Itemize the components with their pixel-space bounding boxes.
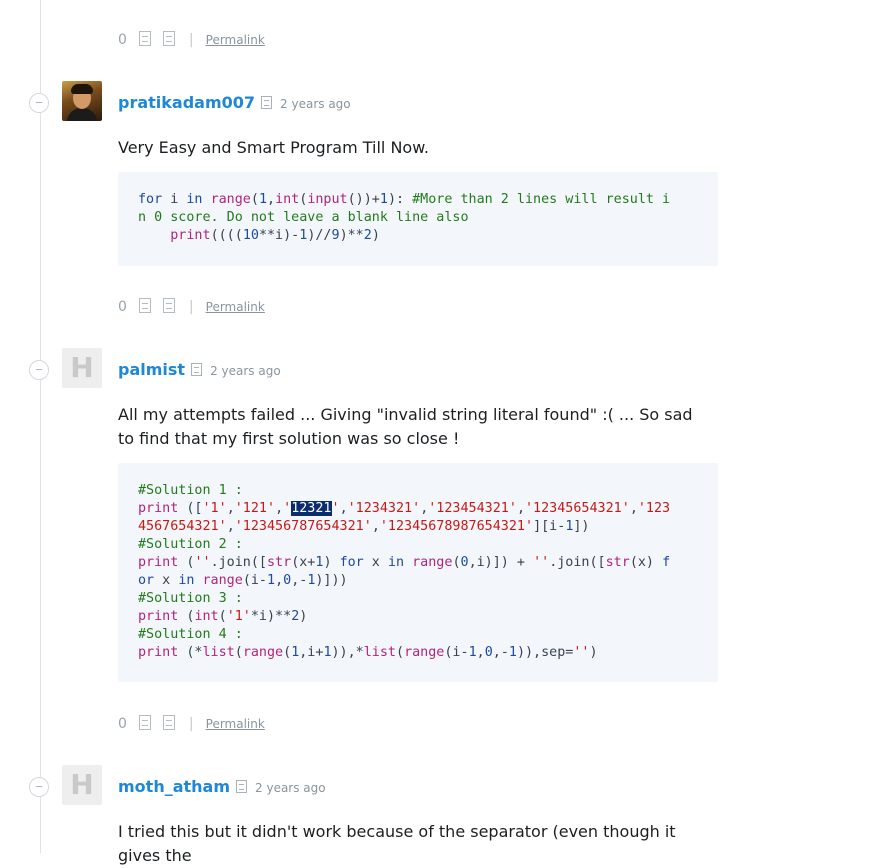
avatar[interactable]: H <box>62 348 102 388</box>
minus-circle-icon: − <box>35 95 43 110</box>
collapse-button[interactable]: − <box>29 777 49 797</box>
username-link[interactable]: moth_atham <box>118 777 230 796</box>
hackerrank-h-icon: H <box>70 351 94 384</box>
selected-text: 12321 <box>291 501 332 516</box>
timestamp: 2 years ago <box>280 97 351 111</box>
code-line: print (int('1'*i)**2) <box>138 609 308 624</box>
comment-header: moth_atham 2 years ago <box>118 777 326 797</box>
vote-count: 0 <box>118 32 127 48</box>
code-line: #Solution 4 : <box>138 627 243 642</box>
code-line: #Solution 1 : <box>138 483 243 498</box>
comment-text: Very Easy and Smart Program Till Now. <box>118 138 429 157</box>
comment-header: palmist 2 years ago <box>118 360 281 380</box>
code-line: print((((10**i)-1)//9)**2) <box>170 228 380 243</box>
vote-count: 0 <box>118 299 127 315</box>
upvote-icon[interactable] <box>138 715 151 730</box>
upvote-icon[interactable] <box>138 298 151 313</box>
code-line: for i in range(1,int(input())+1): #More … <box>138 192 671 207</box>
separator: | <box>188 299 194 315</box>
minus-circle-icon: − <box>35 362 43 377</box>
code-line: n 0 score. Do not leave a blank line als… <box>138 210 469 225</box>
code-line: print (*list(range(1,i+1)),*list(range(i… <box>138 645 598 660</box>
permalink-link[interactable]: Permalink <box>206 717 265 731</box>
separator: | <box>188 32 194 48</box>
avatar[interactable]: H <box>62 765 102 805</box>
upvote-icon[interactable] <box>138 31 151 46</box>
downvote-icon[interactable] <box>162 298 175 313</box>
vote-count: 0 <box>118 716 127 732</box>
code-block: #Solution 1 : print (['1','121','12321',… <box>118 463 718 682</box>
timestamp: 2 years ago <box>210 364 281 378</box>
username-link[interactable]: pratikadam007 <box>118 93 255 112</box>
minus-circle-icon: − <box>35 779 43 794</box>
comment-actions: 0 | Permalink <box>118 296 265 316</box>
flag-icon[interactable] <box>261 96 273 109</box>
code-line: or x in range(i-1,0,-1)])) <box>138 573 348 588</box>
timestamp: 2 years ago <box>255 781 326 795</box>
permalink-link[interactable]: Permalink <box>206 300 265 314</box>
permalink-link[interactable]: Permalink <box>206 33 265 47</box>
code-line: print (['1','121','12321','1234321','123… <box>138 501 671 516</box>
flag-icon[interactable] <box>191 363 203 376</box>
hackerrank-h-icon: H <box>70 768 94 801</box>
comment-header: pratikadam007 2 years ago <box>118 93 351 113</box>
code-line: #Solution 2 : <box>138 537 243 552</box>
comment-text: I tried this but it didn't work because … <box>118 822 676 865</box>
collapse-button[interactable]: − <box>29 360 49 380</box>
code-line: 4567654321','123456787654321','123456789… <box>138 519 590 534</box>
code-line: print (''.join([str(x+1) for x in range(… <box>138 555 671 570</box>
comment-text: All my attempts failed ... Giving "inval… <box>118 405 693 448</box>
downvote-icon[interactable] <box>162 715 175 730</box>
downvote-icon[interactable] <box>162 31 175 46</box>
comment-actions: 0 | Permalink <box>118 29 265 49</box>
thread-line <box>40 0 41 853</box>
flag-icon[interactable] <box>236 780 248 793</box>
code-block: for i in range(1,int(input())+1): #More … <box>118 172 718 266</box>
code-line: #Solution 3 : <box>138 591 243 606</box>
comment-actions: 0 | Permalink <box>118 713 265 733</box>
separator: | <box>188 716 194 732</box>
avatar[interactable] <box>62 81 102 121</box>
collapse-button[interactable]: − <box>29 93 49 113</box>
username-link[interactable]: palmist <box>118 360 185 379</box>
